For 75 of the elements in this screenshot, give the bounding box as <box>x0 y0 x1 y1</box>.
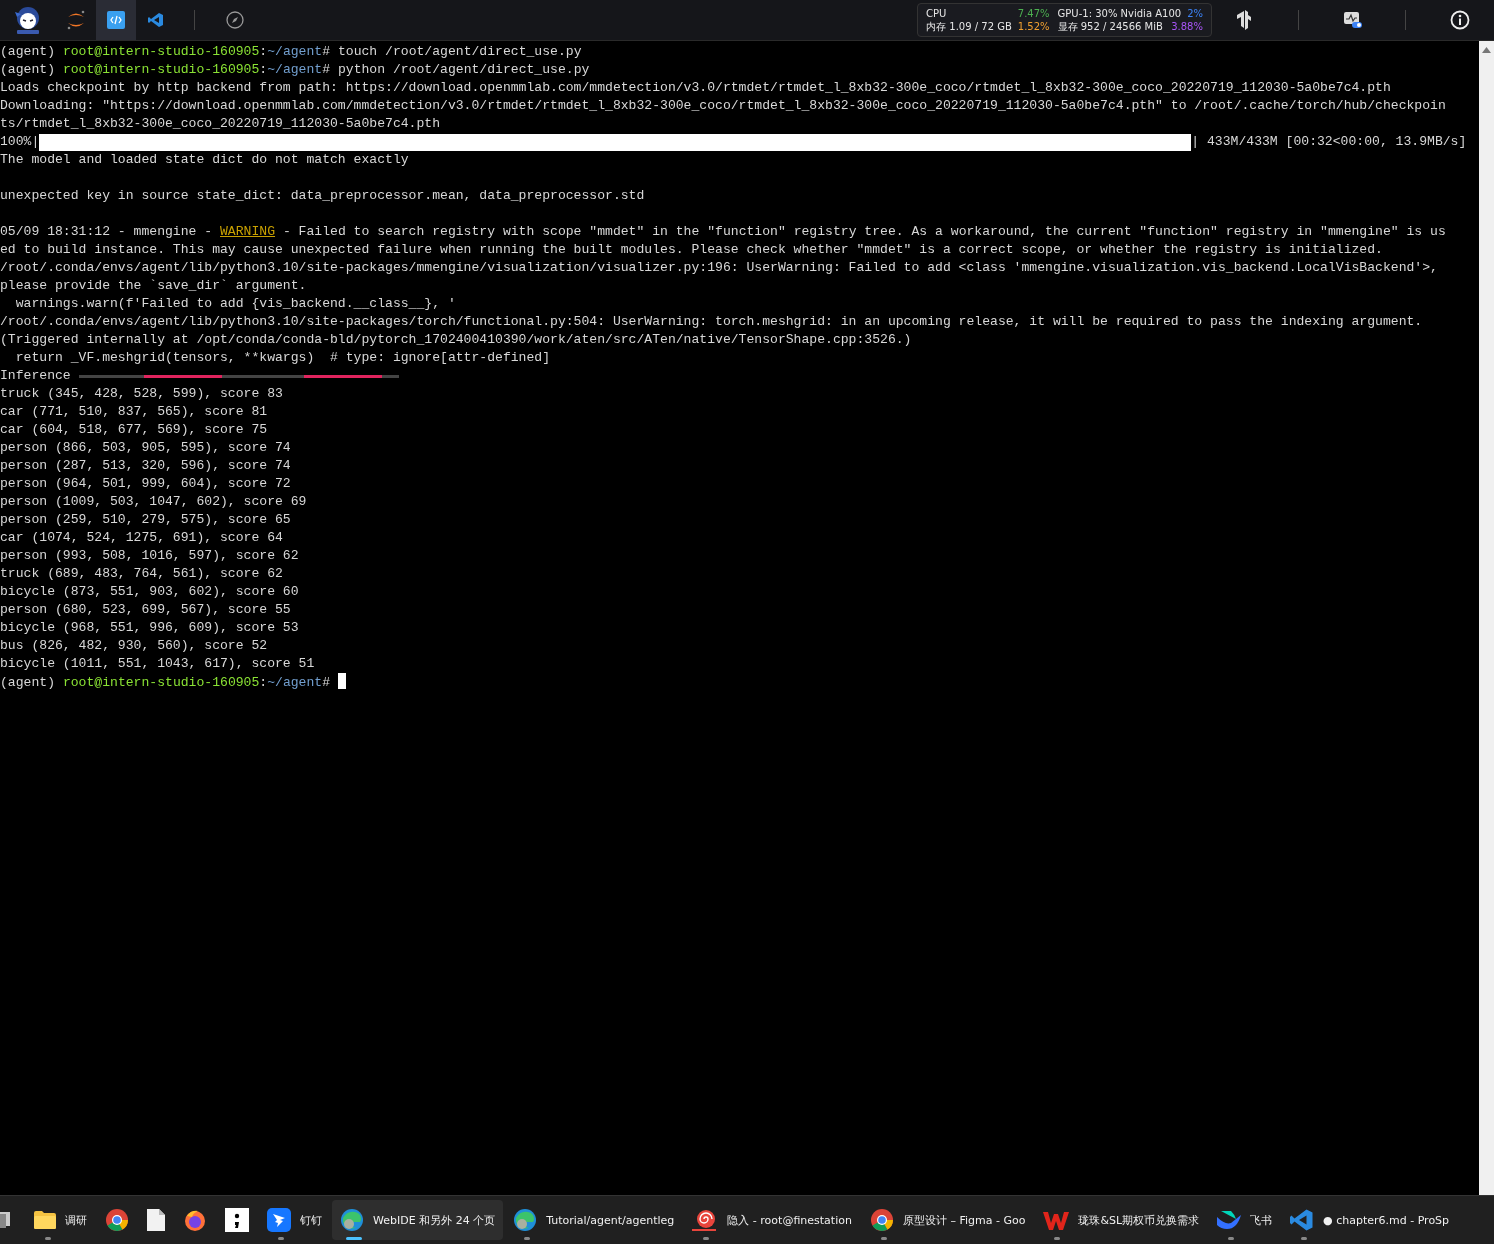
taskbar-item[interactable]: 原型设计 – Figma - Goo <box>861 1200 1034 1240</box>
taskbar-item[interactable]: Tutorial/agent/agentleg <box>505 1200 683 1240</box>
dingtalk-icon <box>267 1208 291 1232</box>
terminal-line: (Triggered internally at /opt/conda/conda-bld/pytorch_1702400410390/work/aten/src/ATen/native/TensorShape.cpp:3526.) <box>0 331 913 349</box>
scroll-up-icon[interactable] <box>1482 47 1491 53</box>
terminal-line: please provide the `save_dir` argument. <box>0 277 308 295</box>
taskbar-item[interactable]: 飞书 <box>1209 1200 1281 1240</box>
terminal-line: The model and loaded state dict do not match exactly <box>0 151 410 169</box>
terminal-line: ed to build instance. This may cause unexpected failure when running the built modules. Please check whether "mmdet" is a correct scope, or whether the registry is initialized. <box>0 241 1384 259</box>
info-icon <box>1450 10 1470 30</box>
terminal-line: truck (689, 483, 764, 561), score 62 <box>0 565 284 583</box>
terminal-line: (agent) root@intern-studio-160905:~/agent# <box>0 673 1479 691</box>
edge-icon <box>340 1208 364 1232</box>
terminal-line: person (964, 501, 999, 604), score 72 <box>0 475 292 493</box>
terminal-line: /root/.conda/envs/agent/lib/python3.10/site-packages/mmengine/visualization/visualizer.py:196: UserWarning: Failed to add <class 'mmengine.visualization.vis_backend.LocalVisBackend'>, <box>0 259 1439 277</box>
terminal-line: car (771, 510, 837, 565), score 81 <box>0 403 269 421</box>
monitor-icon <box>1343 11 1363 29</box>
terminal-line: truck (345, 428, 528, 599), score 83 <box>0 385 284 403</box>
spiral-icon <box>692 1209 719 1231</box>
folder-icon <box>34 1211 56 1229</box>
progress-reading: | 433M/433M [00:32<00:00, 13.9MB/s] <box>1191 133 1467 151</box>
vscode-icon <box>1290 1208 1315 1232</box>
stat-label: CPU <box>926 7 947 20</box>
stat-label: GPU-1: 30% Nvidia A100 <box>1057 7 1182 20</box>
terminal-line: car (604, 518, 677, 569), score 75 <box>0 421 269 439</box>
stat-value: 1.52% <box>1017 20 1050 33</box>
terminal-line: car (1074, 524, 1275, 691), score 64 <box>0 529 284 547</box>
edge-icon <box>513 1208 538 1232</box>
wps-icon <box>1043 1210 1070 1230</box>
terminal-line: ts/rtmdet_l_8xb32-300e_coco_20220719_112030-5a0be7c4.pth <box>0 115 442 133</box>
terminal-line: person (287, 513, 320, 596), score 74 <box>0 457 292 475</box>
taskbar-item[interactable]: 调研 <box>26 1200 95 1240</box>
taskbar-item[interactable]: ● chapter6.md - ProSp <box>1282 1200 1458 1240</box>
file-icon <box>147 1209 165 1231</box>
terminal-line: Loads checkpoint by http backend from path: https://download.openmmlab.com/mmdetection/v3.0/rtmdet/rtmdet_l_8xb32-300e_coco/rtmdet_l_8xb32-300e_coco_20220719_112030-5a0be7c4.pth <box>0 79 1392 97</box>
terminal-line: person (259, 510, 279, 575), score 65 <box>0 511 292 529</box>
terminal-line: Inference <box>0 367 71 385</box>
terminal-line: bicycle (873, 551, 903, 602), score 60 <box>0 583 300 601</box>
stat-label: 内存 1.09 / 72 GB <box>926 20 1012 33</box>
taskbar-item[interactable]: 钉钉 <box>259 1200 330 1240</box>
taskbar-item[interactable]: WebIDE 和另外 24 个页 <box>332 1200 504 1240</box>
firefox-icon <box>183 1208 207 1232</box>
taskbar-item[interactable]: 隐入 - root@finestation <box>684 1200 860 1240</box>
chrome-icon <box>105 1208 129 1232</box>
taskbar-item[interactable]: 珑珠&SL期权币兑换需求 <box>1035 1200 1208 1240</box>
terminal-line: Downloading: "https://download.openmmlab.com/mmdetection/v3.0/rtmdet/rtmdet_l_8xb32-300e_coco/rtmdet_l_8xb32-300e_coco_20220719_112030-5a0be7c4.pth" to /root/.cache/torch/hub/checkpoin <box>0 97 1447 115</box>
scrollbar[interactable] <box>1479 41 1494 1196</box>
bird-icon <box>1217 1209 1242 1231</box>
stat-label: 显存 952 / 24566 MiB <box>1057 20 1163 33</box>
terminal-line: 05/09 18:31:12 - mmengine - WARNING - Failed to search registry with scope "mmdet" in the "function" registry tree. As a workaround, the current "function" registry in "mmengine" is us <box>0 223 1447 241</box>
code-icon <box>107 11 125 29</box>
stat-value: 3.88% <box>1171 20 1203 33</box>
window-icon <box>0 1210 12 1230</box>
terminal-line: person (993, 508, 1016, 597), score 62 <box>0 547 300 565</box>
terminal-line: bicycle (968, 551, 996, 609), score 53 <box>0 619 300 637</box>
jupyter-icon <box>65 8 87 32</box>
code-app-button[interactable] <box>96 0 136 40</box>
terminal-line: return _VF.meshgrid(tensors, **kwargs) # type: ignore[attr-defined] <box>14 349 552 367</box>
terminal-line: /root/.conda/envs/agent/lib/python3.10/site-packages/torch/functional.py:504: UserWarning: torch.meshgrid: in an upcoming release, it will be required to pass the indexing argument. <box>0 313 1424 331</box>
vscode-icon <box>148 12 164 28</box>
terminal-line: person (866, 503, 905, 595), score 74 <box>0 439 292 457</box>
stat-value: 7.47% <box>1017 7 1050 20</box>
terminal-line: person (680, 523, 699, 567), score 55 <box>0 601 292 619</box>
semicolon-icon <box>225 1208 249 1232</box>
terminal-line: bicycle (1011, 551, 1043, 617), score 51 <box>0 655 316 673</box>
stat-value: 2% <box>1187 7 1203 20</box>
terminal-line: (agent) root@intern-studio-160905:~/agent# python /root/agent/direct_use.py <box>0 61 591 79</box>
terminal-line: (agent) root@intern-studio-160905:~/agent# touch /root/agent/direct_use.py <box>0 43 583 61</box>
terminal-line: unexpected key in source state_dict: data_preprocessor.mean, data_preprocessor.std <box>0 187 646 205</box>
chrome-icon <box>869 1208 894 1232</box>
progress-percent: 100%| <box>0 133 40 151</box>
terminal-line: warnings.warn(f'Failed to add {vis_backend.__class__}, ' <box>14 295 457 313</box>
compass-icon <box>226 11 244 29</box>
terminal-line: bus (826, 482, 930, 560), score 52 <box>0 637 269 655</box>
terminal-line: person (1009, 503, 1047, 602), score 69 <box>0 493 308 511</box>
